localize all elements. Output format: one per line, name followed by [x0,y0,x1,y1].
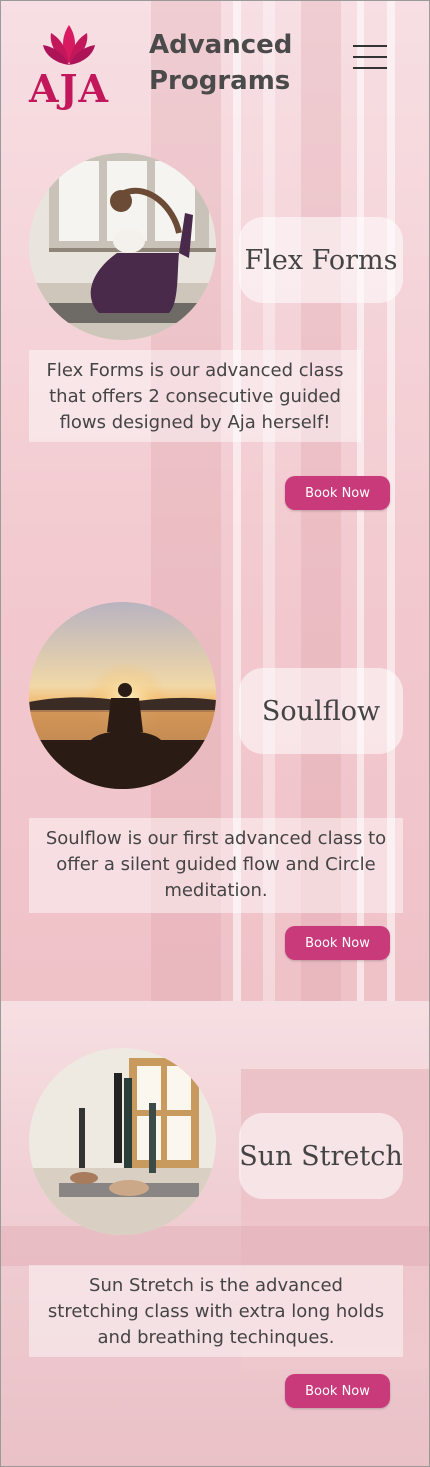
program-description-sun-stretch: Sun Stretch is the advanced stretching c… [29,1265,403,1357]
brand-logo[interactable]: AJA [21,21,117,109]
program-description-soulflow: Soulflow is our first advanced class to … [29,818,403,913]
program-name-soulflow: Soulflow [239,668,403,754]
hamburger-menu-icon[interactable] [353,43,387,71]
sun-stretch-photo [29,1048,216,1235]
page-title: Advanced Programs [149,27,349,99]
program-name-flex-forms: Flex Forms [239,217,403,303]
flex-forms-photo [29,153,216,340]
menu-bar [353,56,387,58]
floor-shelf [1,1226,429,1266]
page-background: AJA Advanced Programs Flex Forms Flex Fo… [0,0,430,1467]
menu-bar [353,45,387,47]
logo-text: AJA [29,66,109,111]
book-now-button-soulflow[interactable]: Book Now [285,926,390,960]
menu-bar [353,67,387,69]
lotus-icon [43,25,95,65]
soulflow-photo [29,602,216,789]
page-title-line2: Programs [149,66,291,96]
program-description-flex-forms: Flex Forms is our advanced class that of… [29,350,361,442]
program-name-sun-stretch: Sun Stretch [239,1113,403,1199]
book-now-button-flex-forms[interactable]: Book Now [285,476,390,510]
page-title-line1: Advanced [149,30,293,60]
book-now-button-sun-stretch[interactable]: Book Now [285,1374,390,1408]
